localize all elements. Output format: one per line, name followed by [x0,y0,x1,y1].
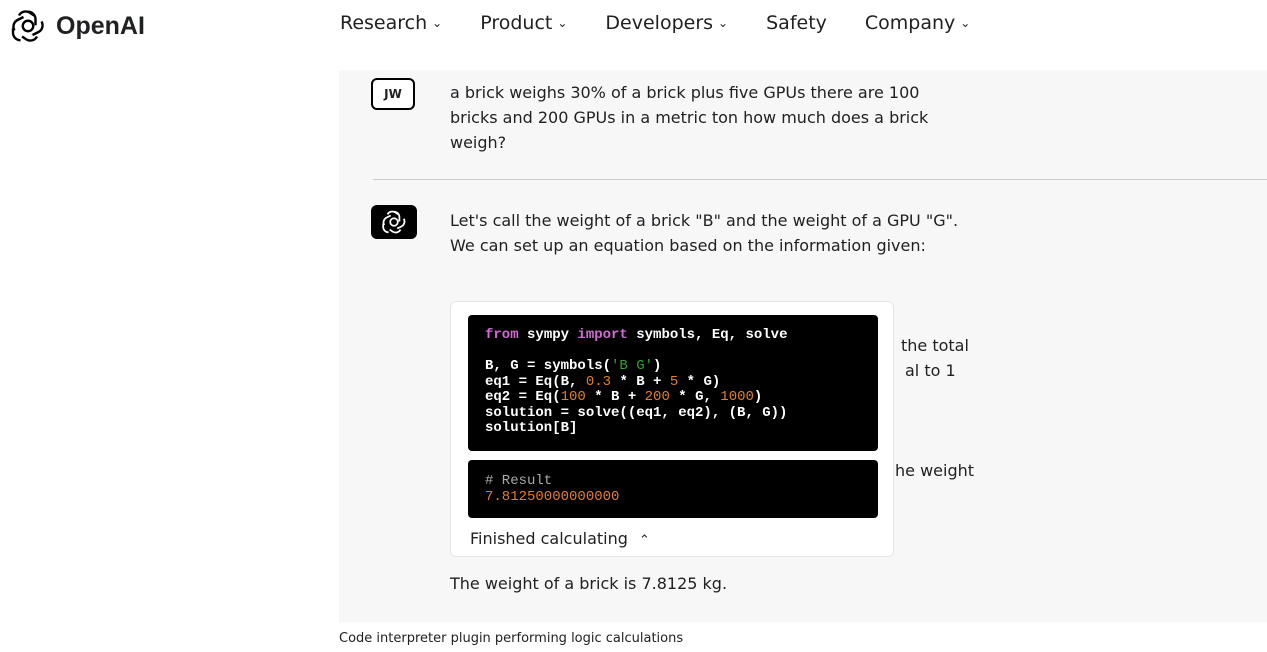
code-interpreter-card: from sympy import symbols, Eq, solve B, … [450,301,894,557]
code-token: ) [753,389,763,405]
chevron-down-icon: ⌄ [718,16,729,30]
chevron-down-icon: ⌄ [557,16,568,30]
code-token: 200 [644,389,670,405]
code-block: from sympy import symbols, Eq, solve B, … [468,315,878,451]
finished-calculating-toggle[interactable]: Finished calculating ⌃ [470,529,650,548]
assistant-avatar [371,205,417,239]
hidden-text-fragment: he weight [895,461,975,480]
hidden-text-fragment: the total [901,336,969,355]
chevron-up-icon: ⌃ [638,533,650,548]
code-token: * G, [669,389,721,405]
code-token: 1000 [720,389,754,405]
code-token: ) [653,358,662,374]
code-token: 5 [669,373,679,390]
code-token: 'B G' [611,358,654,374]
code-token: 0.3 [585,373,612,390]
code-token: sympy [518,327,578,343]
code-token: eq2 = Eq( [485,389,561,405]
code-token: B, G = symbols( [485,358,612,374]
nav-label: Safety [766,12,827,34]
assistant-answer: The weight of a brick is 7.8125 kg. [450,574,728,593]
nav-label: Research [340,12,428,34]
caption: Code interpreter plugin performing logic… [339,631,684,646]
code-token: * B + [611,373,670,390]
code-token: 100 [560,389,586,405]
result-comment: # Result [485,473,553,489]
nav-safety[interactable]: Safety [766,12,827,34]
code-token: * B + [585,389,645,405]
nav-label: Developers [605,12,714,34]
code-token: * G) [678,373,721,390]
status-label: Finished calculating [470,529,628,548]
nav-company[interactable]: Company ⌄ [865,12,970,34]
divider [373,179,1267,180]
openai-logo-icon [382,210,406,234]
nav-research[interactable]: Research ⌄ [340,12,442,34]
nav-label: Company [864,12,956,34]
openai-logo-icon [11,10,44,42]
nav-label: Product [480,12,553,34]
chevron-down-icon: ⌄ [432,16,443,30]
code-token: import [577,327,628,343]
code-line: solution = solve((eq1, eq2), (B, G)) [485,404,788,421]
code-token: symbols, Eq, solve [627,327,788,343]
main-nav: Research ⌄ Product ⌄ Developers ⌄ Safety Co… [340,12,1008,34]
result-block: # Result 7.81250000000000 [468,460,878,518]
openai-logo[interactable]: OpenAI [6,8,145,44]
code-token: from [485,327,519,343]
chevron-down-icon: ⌄ [960,16,971,30]
nav-product[interactable]: Product ⌄ [480,12,567,34]
user-message: a brick weighs 30% of a brick plus five … [450,83,929,152]
chat-panel: JW a brick weighs 30% of a brick plus fi… [339,70,1267,622]
hidden-text-fragment: al to 1 [905,361,956,380]
nav-developers[interactable]: Developers ⌄ [605,12,728,34]
code-line: solution[B] [485,420,578,436]
result-value: 7.81250000000000 [485,488,620,505]
brand-name: OpenAI [56,11,145,40]
user-avatar: JW [371,78,415,110]
assistant-intro: Let's call the weight of a brick "B" and… [450,211,959,255]
code-token: eq1 = Eq(B, [485,373,586,390]
